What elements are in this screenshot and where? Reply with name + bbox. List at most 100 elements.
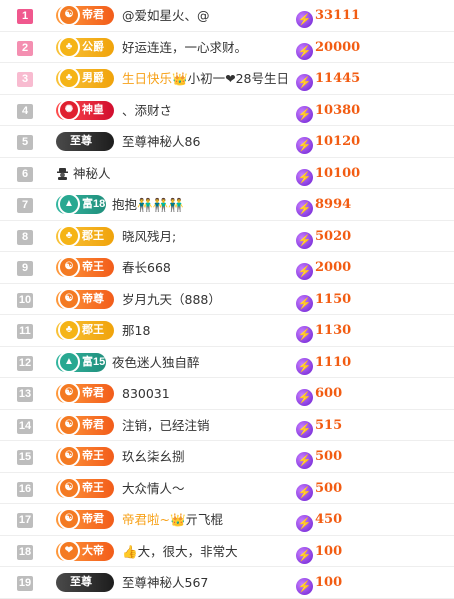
ranking-row[interactable]: 6 神秘人 ⚡ 10100	[0, 158, 454, 189]
rank-number: 4	[17, 103, 33, 119]
ranking-row[interactable]: 15 ☯ 帝王 玖幺柒幺捌 ⚡ 500	[0, 441, 454, 473]
rank-number: 15	[17, 450, 33, 465]
level-badge: ▲ 富15	[56, 350, 106, 373]
user-name[interactable]: 至尊神秘人567	[122, 567, 208, 598]
lightning-coin-icon: ⚡	[296, 168, 313, 186]
ranking-row[interactable]: 7 ▲ 富18 抱抱👬👬👬 ⚡ 8994	[0, 189, 454, 221]
lightning-coin-icon: ⚡	[296, 200, 313, 217]
user-name[interactable]: 神秘人	[56, 158, 111, 189]
user-name[interactable]: 晓风残月;	[122, 221, 176, 252]
ranking-row[interactable]: 4 ✺ 神皇 、添财さ ⚡ 10380	[0, 95, 454, 126]
score: ⚡ 10100	[296, 165, 361, 186]
level-badge: ♣ 郡王	[56, 224, 114, 247]
rank-number: 1	[17, 9, 33, 24]
user-name[interactable]: 那18	[122, 315, 150, 346]
ranking-row[interactable]: 16 ☯ 帝王 大众情人～ ⚡ 500	[0, 473, 454, 504]
medal-icon: ☯	[58, 382, 80, 404]
user-name[interactable]: @爱如星火、@	[122, 0, 210, 31]
rank-number: 16	[17, 481, 33, 497]
level-badge: ♣ 公爵	[56, 35, 114, 58]
ranking-row[interactable]: 13 ☯ 帝君 830031 ⚡ 600	[0, 378, 454, 410]
ranking-row[interactable]: 2 ♣ 公爵 好运连连，一心求财。 ⚡ 20000	[0, 32, 454, 63]
ranking-row[interactable]: 14 ☯ 帝君 注销，已经注销 ⚡ 515	[0, 410, 454, 441]
user-name[interactable]: 至尊神秘人86	[122, 126, 200, 157]
medal-icon: ▲	[58, 350, 80, 373]
lightning-coin-icon: ⚡	[296, 420, 313, 438]
score: ⚡ 450	[296, 512, 343, 532]
rank-number: 17	[17, 513, 33, 528]
score: ⚡ 5020	[296, 228, 352, 249]
rank-number: 11	[17, 324, 33, 339]
medal-icon: ❤	[58, 539, 80, 562]
lightning-coin-icon: ⚡	[296, 263, 313, 280]
level-badge: ▲ 富18	[56, 193, 106, 215]
lightning-coin-icon: ⚡	[296, 452, 313, 469]
lightning-coin-icon: ⚡	[296, 546, 313, 564]
ranking-row[interactable]: 17 ☯ 帝君 帝君啦~👑亓飞棍 ⚡ 450	[0, 504, 454, 536]
ranking-row[interactable]: 1 ☯ 帝君 @爱如星火、@ ⚡ 33111	[0, 0, 454, 32]
ranking-row[interactable]: 8 ♣ 郡王 晓风残月; ⚡ 5020	[0, 221, 454, 252]
level-badge: ☯ 帝王	[56, 445, 114, 467]
medal-icon: ☯	[58, 508, 80, 530]
ranking-row[interactable]: 19 至尊 至尊神秘人567 ⚡ 100	[0, 567, 454, 599]
level-badge: 至尊	[56, 132, 114, 151]
score: ⚡ 33111	[296, 8, 361, 28]
user-name[interactable]: 生日快乐👑小初一❤28号生日	[122, 63, 289, 94]
ranking-row[interactable]: 5 至尊 至尊神秘人86 ⚡ 10120	[0, 126, 454, 158]
user-name[interactable]: 玖幺柒幺捌	[122, 441, 185, 472]
score: ⚡ 1150	[296, 291, 352, 312]
score: ⚡ 1130	[296, 323, 352, 343]
ranking-row[interactable]: 9 ☯ 帝王 春长668 ⚡ 2000	[0, 252, 454, 284]
medal-icon: ▲	[58, 193, 80, 215]
lightning-coin-icon: ⚡	[296, 231, 313, 249]
lightning-coin-icon: ⚡	[296, 483, 313, 501]
medal-icon: ♣	[58, 224, 80, 247]
user-name[interactable]: 春长668	[122, 252, 171, 283]
user-name[interactable]: 大众情人～	[122, 473, 185, 504]
medal-icon: ✺	[58, 98, 80, 121]
user-name[interactable]: 抱抱👬👬👬	[112, 189, 184, 220]
user-name[interactable]: 830031	[122, 378, 170, 409]
ranking-row[interactable]: 10 ☯ 帝尊 岁月九天（888） ⚡ 1150	[0, 284, 454, 315]
user-name[interactable]: 夜色迷人独自醉	[112, 347, 200, 378]
score: ⚡ 10380	[296, 102, 361, 123]
user-name[interactable]: 👍大，很大，非常大	[122, 536, 238, 567]
level-badge: ☯ 帝君	[56, 413, 114, 436]
level-badge: ✺ 神皇	[56, 98, 114, 121]
rank-number: 7	[17, 198, 33, 213]
level-badge: ☯ 帝君	[56, 508, 114, 530]
level-badge: ☯ 帝君	[56, 4, 114, 26]
user-name[interactable]: 注销，已经注销	[122, 410, 210, 441]
rank-number: 8	[17, 229, 33, 245]
user-name[interactable]: 好运连连，一心求财。	[122, 32, 247, 63]
user-name[interactable]: 岁月九天（888）	[122, 284, 221, 315]
ranking-row[interactable]: 12 ▲ 富15 夜色迷人独自醉 ⚡ 1110	[0, 347, 454, 378]
medal-icon: ♣	[58, 35, 80, 58]
lightning-coin-icon: ⚡	[296, 578, 313, 595]
score: ⚡ 500	[296, 449, 343, 469]
lightning-coin-icon: ⚡	[296, 515, 313, 532]
rank-number: 10	[17, 292, 33, 308]
level-badge: ☯ 帝王	[56, 476, 114, 499]
score: ⚡ 10120	[296, 134, 361, 154]
user-name[interactable]: 帝君啦~👑亓飞棍	[122, 504, 223, 535]
user-name[interactable]: 、添财さ	[122, 95, 172, 126]
level-badge: ☯ 帝君	[56, 382, 114, 404]
ranking-row[interactable]: 3 ♣ 男爵 生日快乐👑小初一❤28号生日 ⚡ 11445	[0, 63, 454, 95]
rank-number: 13	[17, 387, 33, 402]
level-badge: ♣ 郡王	[56, 319, 114, 341]
score: ⚡ 8994	[296, 197, 352, 217]
medal-icon: ☯	[58, 413, 80, 436]
score: ⚡ 100	[296, 543, 343, 564]
lightning-coin-icon: ⚡	[296, 357, 313, 375]
lightning-coin-icon: ⚡	[296, 42, 313, 60]
ranking-row[interactable]: 18 ❤ 大帝 👍大，很大，非常大 ⚡ 100	[0, 536, 454, 567]
medal-icon: ♣	[58, 319, 80, 341]
rank-number: 2	[17, 40, 33, 56]
rank-number: 3	[17, 72, 33, 87]
ranking-row[interactable]: 11 ♣ 郡王 那18 ⚡ 1130	[0, 315, 454, 347]
level-badge: ☯ 帝尊	[56, 287, 114, 310]
score: ⚡ 600	[296, 386, 343, 406]
medal-icon: ♣	[58, 67, 80, 89]
medal-icon: ☯	[58, 445, 80, 467]
